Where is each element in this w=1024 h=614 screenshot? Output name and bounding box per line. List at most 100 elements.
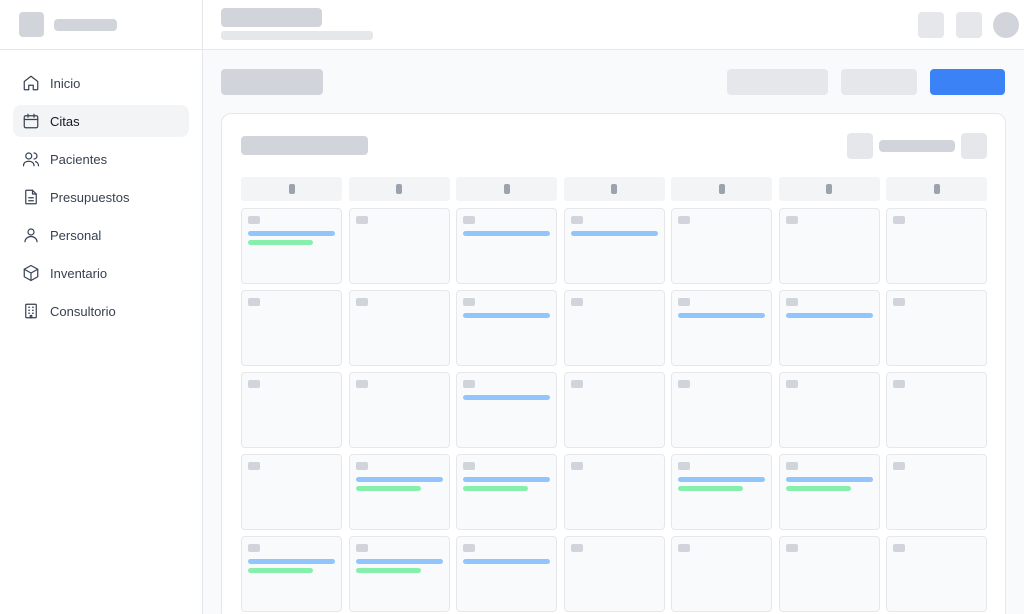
sidebar-item-presupuestos[interactable]: Presupuestos [13, 181, 189, 213]
weekday-label-placeholder [718, 184, 725, 194]
calendar-day-cell[interactable] [456, 536, 557, 612]
calendar-day-cell[interactable] [886, 454, 987, 530]
appointment-event[interactable] [678, 477, 765, 482]
appointment-event[interactable] [248, 240, 313, 245]
calendar-day-cell[interactable] [671, 372, 772, 448]
calendar-day-cell[interactable] [886, 290, 987, 366]
calendar-day-cell[interactable] [563, 454, 665, 530]
calendar-day-cell[interactable] [671, 290, 772, 366]
day-number-placeholder [355, 380, 368, 388]
appointment-event[interactable] [355, 559, 443, 564]
appointment-event[interactable] [570, 231, 658, 236]
calendar-day-cell[interactable] [778, 536, 880, 612]
day-number-placeholder [355, 462, 368, 470]
calendar-day-cell[interactable] [886, 208, 987, 284]
calendar-day-cell[interactable] [778, 454, 880, 530]
appointment-event[interactable] [355, 568, 421, 573]
appointment-event[interactable] [248, 231, 335, 236]
calendar-day-cell[interactable] [241, 454, 342, 530]
header-action-button[interactable] [918, 12, 944, 38]
tertiary-action-button[interactable] [841, 69, 917, 95]
weekday-header-cell [563, 177, 665, 201]
calendar-day-cell[interactable] [348, 372, 450, 448]
appointment-event[interactable] [463, 559, 550, 564]
calendar-day-cell[interactable] [778, 290, 880, 366]
calendar-next-button[interactable] [961, 133, 987, 159]
avatar[interactable] [993, 12, 1019, 38]
calendar-month-placeholder [879, 140, 955, 152]
calendar-day-cell[interactable] [348, 454, 450, 530]
calendar-day-cell[interactable] [671, 454, 772, 530]
calendar-day-cell[interactable] [563, 372, 665, 448]
sidebar-item-inicio[interactable]: Inicio [13, 67, 189, 99]
sidebar-item-inventario[interactable]: Inventario [13, 257, 189, 289]
calendar-day-cell[interactable] [241, 536, 342, 612]
day-number-placeholder [678, 462, 690, 470]
appointment-event[interactable] [355, 486, 421, 491]
calendar-day-cell[interactable] [456, 454, 557, 530]
calendar-day-cell[interactable] [241, 372, 342, 448]
brand-name-placeholder [54, 18, 117, 31]
appointment-event[interactable] [785, 486, 851, 491]
calendar-day-cell[interactable] [348, 208, 450, 284]
calendar-prev-button[interactable] [847, 133, 873, 159]
users-icon [22, 150, 40, 168]
appointment-event[interactable] [463, 395, 550, 400]
day-number-placeholder [463, 462, 475, 470]
sidebar-item-personal[interactable]: Personal [13, 219, 189, 251]
weekday-label-placeholder [396, 184, 402, 194]
calendar-day-cell[interactable] [563, 290, 665, 366]
appointment-event[interactable] [463, 231, 550, 236]
appointment-event[interactable] [248, 559, 335, 564]
appointment-event[interactable] [678, 313, 765, 318]
appointment-event[interactable] [248, 568, 313, 573]
calendar-day-cell[interactable] [886, 536, 987, 612]
day-number-placeholder [785, 544, 798, 552]
primary-action-button[interactable] [930, 69, 1005, 95]
day-number-placeholder [785, 380, 798, 388]
sidebar-item-label: Citas [50, 113, 80, 129]
calendar-day-cell[interactable] [456, 208, 557, 284]
sidebar-item-consultorio[interactable]: Consultorio [13, 295, 189, 327]
day-number-placeholder [355, 298, 368, 306]
calendar-day-cell[interactable] [778, 372, 880, 448]
day-number-placeholder [248, 380, 260, 388]
day-number-placeholder [570, 380, 583, 388]
calendar-day-cell[interactable] [241, 290, 342, 366]
box-icon [22, 264, 40, 282]
brand [0, 0, 202, 50]
calendar-day-cell[interactable] [886, 372, 987, 448]
appointment-event[interactable] [355, 477, 443, 482]
calendar-day-cell[interactable] [563, 208, 665, 284]
appointment-event[interactable] [463, 313, 550, 318]
calendar-day-cell[interactable] [456, 372, 557, 448]
appointment-event[interactable] [785, 477, 873, 482]
sidebar-item-label: Inicio [50, 75, 81, 91]
sidebar-item-pacientes[interactable]: Pacientes [13, 143, 189, 175]
calendar-day-cell[interactable] [671, 536, 772, 612]
topbar [203, 0, 1024, 50]
day-number-placeholder [248, 298, 260, 306]
secondary-action-button[interactable] [727, 69, 828, 95]
calendar-day-cell[interactable] [563, 536, 665, 612]
calendar-day-cell[interactable] [348, 290, 450, 366]
appointment-event[interactable] [678, 486, 743, 491]
day-number-placeholder [463, 298, 475, 306]
weekday-label-placeholder [288, 184, 295, 194]
appointment-event[interactable] [463, 477, 550, 482]
calendar-day-cell[interactable] [241, 208, 342, 284]
brand-logo-placeholder[interactable] [19, 12, 44, 37]
header-notifications-button[interactable] [956, 12, 982, 38]
calendar-day-cell[interactable] [348, 536, 450, 612]
appointment-event[interactable] [785, 313, 873, 318]
calendar-day-cell[interactable] [778, 208, 880, 284]
sidebar-item-label: Inventario [50, 265, 108, 281]
appointment-event[interactable] [463, 486, 528, 491]
day-number-placeholder [463, 216, 475, 224]
calendar-icon [22, 112, 40, 130]
weekday-label-placeholder [826, 184, 832, 194]
calendar-day-cell[interactable] [671, 208, 772, 284]
home-icon [22, 74, 40, 92]
calendar-day-cell[interactable] [456, 290, 557, 366]
sidebar-item-citas[interactable]: Citas [13, 105, 189, 137]
